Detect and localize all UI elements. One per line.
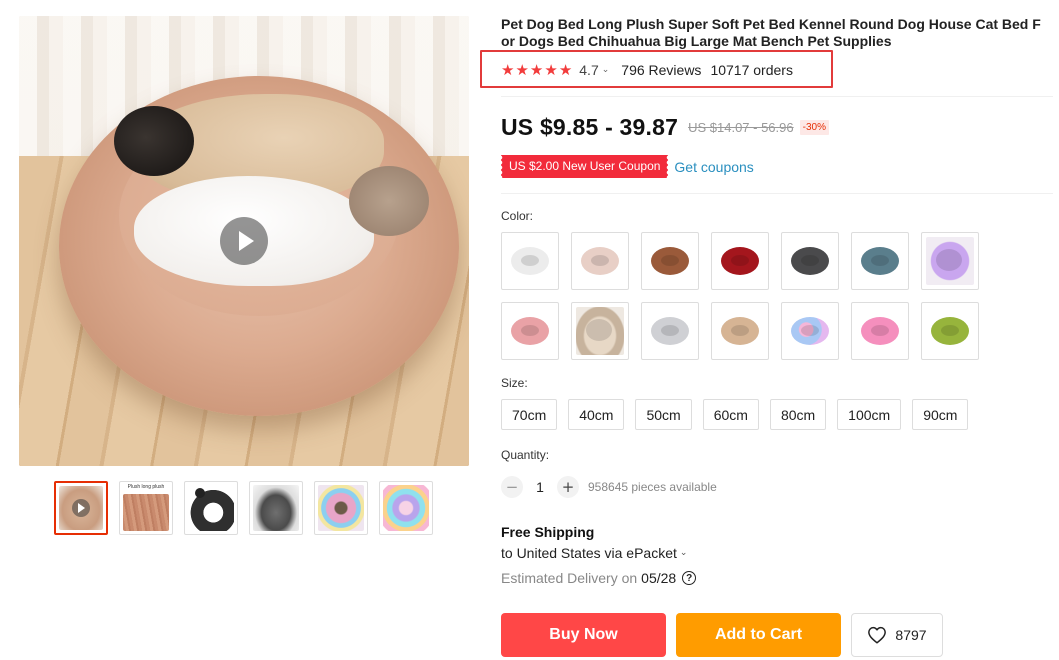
price-row: US $9.85 - 39.87 US $14.07 - 56.96 -30%	[501, 114, 829, 141]
thumb-gray-bed[interactable]	[249, 481, 303, 535]
color-swatch-image	[576, 307, 624, 355]
thumb-rainbow-bed[interactable]	[314, 481, 368, 535]
size-option-60cm[interactable]: 60cm	[702, 399, 759, 430]
divider	[501, 193, 1053, 194]
color-swatch-purple[interactable]	[921, 232, 979, 290]
size-option-90cm[interactable]: 90cm	[912, 399, 969, 430]
buy-now-button[interactable]: Buy Now	[501, 613, 666, 657]
size-label: Size:	[501, 376, 528, 390]
star-icon: ★	[501, 60, 515, 79]
size-option-50cm[interactable]: 50cm	[635, 399, 692, 430]
size-options: 70cm 40cm 50cm 60cm 80cm 100cm 90cm	[501, 399, 969, 430]
thumb-video[interactable]	[54, 481, 108, 535]
color-swatch-image	[721, 247, 759, 275]
size-option-40cm[interactable]: 40cm	[568, 399, 625, 430]
new-user-coupon-badge[interactable]: US $2.00 New User Coupon	[499, 155, 669, 178]
color-swatch-white[interactable]	[501, 232, 559, 290]
thumb-caption: Plush long plush	[127, 484, 165, 490]
color-swatch-image	[721, 317, 759, 345]
color-swatch-khaki[interactable]	[711, 302, 769, 360]
original-price: US $14.07 - 56.96	[688, 120, 794, 135]
wishlist-count: 8797	[895, 627, 927, 643]
color-swatch-image	[791, 247, 829, 275]
color-swatch-image	[511, 247, 549, 275]
color-swatch-image	[511, 317, 549, 345]
quantity-label: Quantity:	[501, 448, 550, 462]
color-swatch-brown[interactable]	[641, 232, 699, 290]
help-icon[interactable]: ?	[682, 571, 697, 585]
color-swatch-green[interactable]	[921, 302, 979, 360]
color-swatch-image	[861, 247, 899, 275]
quantity-decrease-button[interactable]: −	[501, 476, 523, 498]
wishlist-button[interactable]: 8797	[851, 613, 943, 657]
color-swatch-dark-gray[interactable]	[781, 232, 839, 290]
chevron-down-icon[interactable]: ⌄	[602, 65, 610, 75]
color-swatch-image	[931, 317, 969, 345]
rating-stars: ★ ★ ★ ★ ★	[501, 60, 573, 79]
play-icon[interactable]	[220, 217, 268, 265]
divider	[501, 96, 1053, 97]
rating-row: ★ ★ ★ ★ ★ 4.7 ⌄ 796 Reviews 10717 orders	[501, 61, 793, 79]
color-swatch-image	[651, 247, 689, 275]
thumb-long-plush[interactable]: Plush long plush	[119, 481, 173, 535]
color-swatch-image	[861, 317, 899, 345]
color-swatch-image	[651, 317, 689, 345]
color-swatch-rose-pink[interactable]	[851, 302, 909, 360]
color-swatch-image	[926, 237, 974, 285]
get-coupons-link[interactable]: Get coupons	[674, 159, 753, 175]
discount-badge: -30%	[799, 120, 829, 135]
color-swatch-blue-gray[interactable]	[851, 232, 909, 290]
thumbnail-strip: Plush long plush	[54, 481, 433, 535]
stock-available: 958645 pieces available	[588, 480, 717, 494]
current-price: US $9.85 - 39.87	[501, 114, 679, 140]
chevron-down-icon: ⌄	[679, 548, 688, 558]
rating-value[interactable]: 4.7	[579, 62, 598, 78]
shipping-destination[interactable]: to United States via ePacket ⌄	[501, 545, 687, 561]
star-icon: ★	[558, 60, 573, 79]
shipping-destination-text: to United States via ePacket	[501, 545, 677, 561]
star-icon: ★	[544, 60, 558, 79]
orders-count: 10717 orders	[710, 62, 793, 78]
color-swatch-wine-red[interactable]	[711, 232, 769, 290]
quantity-increase-button[interactable]: +	[557, 476, 579, 498]
color-swatch-rainbow[interactable]	[781, 302, 839, 360]
coupon-row: US $2.00 New User Coupon Get coupons	[499, 155, 754, 178]
quantity-input[interactable]: 1	[523, 479, 557, 495]
star-icon: ★	[529, 60, 544, 79]
thumb-bed-size[interactable]	[184, 481, 238, 535]
product-main-image[interactable]	[19, 16, 469, 466]
heart-icon	[868, 626, 887, 644]
thumb-rainbow-bed-2[interactable]	[379, 481, 433, 535]
color-swatch-light-gray[interactable]	[641, 302, 699, 360]
add-to-cart-button[interactable]: Add to Cart	[676, 613, 841, 657]
color-swatch-image	[581, 247, 619, 275]
reviews-link[interactable]: 796 Reviews	[621, 62, 701, 78]
color-swatch-light-pink[interactable]	[571, 232, 629, 290]
size-option-100cm[interactable]: 100cm	[837, 399, 902, 430]
delivery-date: 05/28	[641, 570, 677, 586]
play-icon	[72, 499, 90, 517]
color-label: Color:	[501, 209, 534, 223]
shipping-title: Free Shipping	[501, 524, 595, 540]
product-title: Pet Dog Bed Long Plush Super Soft Pet Be…	[501, 16, 1041, 49]
delivery-prefix: Estimated Delivery on	[501, 570, 638, 586]
size-option-70cm[interactable]: 70cm	[501, 399, 558, 430]
star-icon: ★	[515, 60, 529, 79]
color-swatch-beige-photo[interactable]	[571, 302, 629, 360]
estimated-delivery: Estimated Delivery on 05/28 ?	[501, 570, 697, 586]
color-swatch-image	[791, 317, 829, 345]
color-options	[501, 232, 979, 360]
color-swatch-pink[interactable]	[501, 302, 559, 360]
quantity-stepper: − 1 + 958645 pieces available	[501, 476, 717, 498]
size-option-80cm[interactable]: 80cm	[769, 399, 827, 430]
